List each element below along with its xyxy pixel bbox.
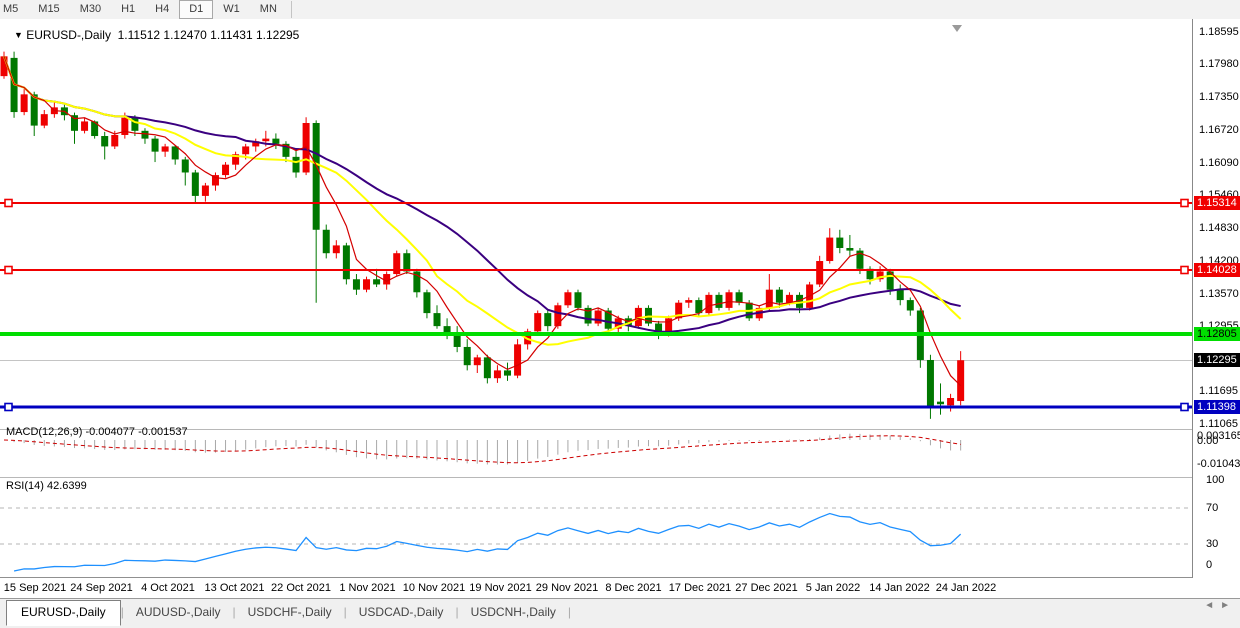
rsi-axis-label: 0 <box>1206 559 1212 571</box>
price-axis-label: 1.13570 <box>1199 288 1239 300</box>
rsi-axis-label: 100 <box>1206 474 1224 486</box>
symbol-ohlc-text: EURUSD-,Daily 1.11512 1.12470 1.11431 1.… <box>26 28 299 42</box>
macd-axis-label: -0.01043 <box>1197 458 1240 470</box>
timeframe-button-mn[interactable]: MN <box>250 0 287 19</box>
chart-title: ▼ EURUSD-,Daily 1.11512 1.12470 1.11431 … <box>14 28 299 42</box>
date-axis: 15 Sep 2021 24 Sep 2021 4 Oct 2021 13 Oct 2… <box>0 578 1240 598</box>
date-axis-label: 4 Oct 2021 <box>141 582 195 594</box>
price-axis: 1.185951.179801.173501.167201.160901.154… <box>1192 19 1240 578</box>
rsi-axis-label: 70 <box>1206 502 1218 514</box>
price-badge-support-blue: 1.11398 <box>1194 400 1240 414</box>
chart-tab-usdcnh[interactable]: USDCNH-,Daily <box>459 601 568 624</box>
timeframe-button-m30[interactable]: M30 <box>70 0 111 19</box>
chart-tabs-bar: EURUSD-,Daily|AUDUSD-,Daily|USDCHF-,Dail… <box>0 598 1240 628</box>
date-axis-label: 14 Jan 2022 <box>869 582 930 594</box>
date-axis-label: 27 Dec 2021 <box>735 582 797 594</box>
date-axis-label: 10 Nov 2021 <box>403 582 465 594</box>
rsi-indicator-label: RSI(14) 42.6399 <box>6 480 87 492</box>
mt4-window: M5M15M30H1H4D1W1MN ▼ EURUSD-,Daily 1.115… <box>0 0 1240 628</box>
price-axis-label: 1.11695 <box>1199 385 1238 397</box>
date-axis-label: 22 Oct 2021 <box>271 582 331 594</box>
toolbar-separator <box>291 1 292 18</box>
macd-indicator-label: MACD(12,26,9) -0.004077 -0.001537 <box>6 426 188 438</box>
date-axis-label: 17 Dec 2021 <box>669 582 731 594</box>
tab-scroll-right-icon[interactable]: ► <box>1220 600 1236 611</box>
chart-tab-eurusd[interactable]: EURUSD-,Daily <box>6 600 121 626</box>
tab-scroll-arrows[interactable]: ◄► <box>1204 600 1236 611</box>
price-badge-resistance-upper: 1.15314 <box>1194 196 1240 210</box>
chart-area[interactable]: ▼ EURUSD-,Daily 1.11512 1.12470 1.11431 … <box>0 19 1192 578</box>
date-axis-label: 24 Sep 2021 <box>70 582 132 594</box>
date-axis-label: 8 Dec 2021 <box>605 582 661 594</box>
date-axis-label: 15 Sep 2021 <box>4 582 66 594</box>
tab-scroll-left-icon[interactable]: ◄ <box>1204 600 1220 611</box>
price-axis-label: 1.14830 <box>1199 222 1239 234</box>
tab-separator: | <box>568 605 571 619</box>
price-chart-canvas[interactable] <box>0 19 1192 578</box>
timeframe-button-h1[interactable]: H1 <box>111 0 145 19</box>
price-badge-current-price: 1.12295 <box>1194 353 1240 367</box>
timeframe-buttons: M5M15M30H1H4D1W1MN <box>0 0 287 19</box>
macd-axis-label: 0.00 <box>1197 435 1218 447</box>
rsi-axis-label: 30 <box>1206 538 1218 550</box>
price-axis-label: 1.17980 <box>1199 58 1239 70</box>
chart-tab-usdcad[interactable]: USDCAD-,Daily <box>347 601 456 624</box>
price-axis-label: 1.11065 <box>1199 418 1238 430</box>
chart-tab-usdchf[interactable]: USDCHF-,Daily <box>236 601 344 624</box>
date-axis-label: 24 Jan 2022 <box>936 582 997 594</box>
timeframe-button-w1[interactable]: W1 <box>213 0 250 19</box>
timeframe-button-m15[interactable]: M15 <box>28 0 69 19</box>
date-axis-label: 29 Nov 2021 <box>536 582 598 594</box>
date-axis-label: 13 Oct 2021 <box>205 582 265 594</box>
date-axis-label: 1 Nov 2021 <box>339 582 395 594</box>
chart-shift-icon <box>952 25 962 32</box>
timeframe-toolbar: M5M15M30H1H4D1W1MN <box>0 0 1240 20</box>
price-axis-label: 1.17350 <box>1199 91 1239 103</box>
date-axis-label: 19 Nov 2021 <box>469 582 531 594</box>
timeframe-button-m5[interactable]: M5 <box>0 0 28 19</box>
price-badge-resistance-lower: 1.14028 <box>1194 263 1240 277</box>
timeframe-button-d1[interactable]: D1 <box>179 0 213 19</box>
timeframe-button-h4[interactable]: H4 <box>145 0 179 19</box>
price-axis-label: 1.16090 <box>1199 157 1239 169</box>
chart-tab-audusd[interactable]: AUDUSD-,Daily <box>124 601 233 624</box>
price-axis-label: 1.16720 <box>1199 124 1239 136</box>
date-axis-label: 5 Jan 2022 <box>806 582 860 594</box>
price-axis-label: 1.18595 <box>1199 26 1239 38</box>
symbol-dropdown-icon[interactable]: ▼ <box>14 30 23 40</box>
price-badge-support-green: 1.12805 <box>1194 327 1240 341</box>
